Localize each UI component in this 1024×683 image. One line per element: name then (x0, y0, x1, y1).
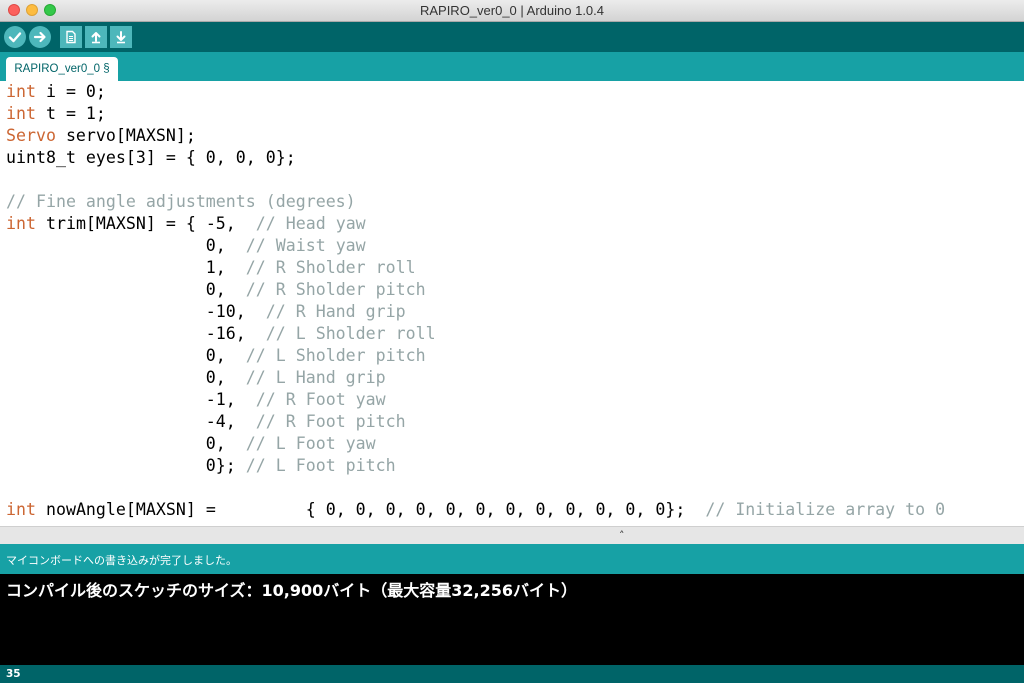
code-line[interactable]: -16, // L Sholder roll (6, 323, 1024, 345)
tab-strip: RAPIRO_ver0_0 § (0, 52, 1024, 81)
console[interactable]: コンパイル後のスケッチのサイズ：10,900バイト（最大容量32,256バイト） (0, 574, 1024, 665)
code-comment: // L Hand grip (245, 368, 386, 387)
code-comment: // Initialize array to 0 (705, 500, 946, 519)
code-token: -4, (6, 412, 256, 431)
tab-label: RAPIRO_ver0_0 § (14, 63, 110, 75)
code-line[interactable]: int i = 0; (6, 81, 1024, 103)
code-token: -10, (6, 302, 266, 321)
save-button[interactable] (110, 26, 132, 48)
code-token: 1, (6, 258, 246, 277)
code-line[interactable]: int trim[MAXSN] = { -5, // Head yaw (6, 213, 1024, 235)
code-comment: // L Sholder pitch (245, 346, 426, 365)
window-title: RAPIRO_ver0_0 | Arduino 1.0.4 (419, 3, 605, 18)
title-bar: RAPIRO_ver0_0 | Arduino 1.0.4 (0, 0, 1024, 22)
code-editor[interactable]: int i = 0; int t = 1; Servo servo[MAXSN]; u… (0, 81, 1024, 526)
code-token: 0}; (6, 456, 246, 475)
code-line[interactable]: -10, // R Hand grip (6, 301, 1024, 323)
code-line[interactable]: int nowAngle[MAXSN] = { 0, 0, 0, 0, 0, 0… (6, 499, 1024, 521)
upload-button[interactable] (29, 26, 51, 48)
code-keyword: int (6, 104, 36, 123)
code-line[interactable]: 0, // Waist yaw (6, 235, 1024, 257)
status-bar: 35 (0, 665, 1024, 683)
code-line[interactable] (6, 477, 1024, 499)
code-line[interactable]: 0, // R Sholder pitch (6, 279, 1024, 301)
new-file-icon (66, 30, 76, 44)
new-button[interactable] (60, 26, 82, 48)
code-line[interactable]: 0, // L Foot yaw (6, 433, 1024, 455)
code-token: 0, (6, 434, 246, 453)
code-line[interactable]: 0, // L Hand grip (6, 367, 1024, 389)
arrow-right-icon (33, 31, 46, 43)
code-line[interactable]: 0}; // L Foot pitch (6, 455, 1024, 477)
line-number: 35 (6, 668, 21, 680)
code-token: uint8_t eyes[3] = { 0, 0, 0}; (6, 148, 296, 167)
caret-up-icon: ˄ (619, 529, 625, 542)
message-bar: マイコンボードへの書き込みが完了しました。 (0, 544, 1024, 574)
code-comment: // R Sholder roll (245, 258, 416, 277)
status-message: マイコンボードへの書き込みが完了しました。 (6, 554, 237, 567)
code-line[interactable]: -1, // R Foot yaw (6, 389, 1024, 411)
code-token: 0, (6, 280, 246, 299)
code-line[interactable]: 0, // L Sholder pitch (6, 345, 1024, 367)
code-line[interactable]: uint8_t eyes[3] = { 0, 0, 0}; (6, 147, 1024, 169)
code-keyword: Servo (6, 126, 56, 145)
code-line[interactable]: int t = 1; (6, 103, 1024, 125)
code-token: 0, (6, 346, 246, 365)
code-token: 0, (6, 368, 246, 387)
code-comment: // L Sholder roll (265, 324, 436, 343)
code-comment: // Head yaw (255, 214, 366, 233)
verify-button[interactable] (4, 26, 26, 48)
code-token: i = 0; (35, 82, 106, 101)
code-line[interactable]: 1, // R Sholder roll (6, 257, 1024, 279)
code-keyword: int (6, 214, 36, 233)
code-comment: // L Foot yaw (245, 434, 376, 453)
code-comment: // Waist yaw (245, 236, 366, 255)
code-token: -1, (6, 390, 256, 409)
code-token: nowAngle[MAXSN] = { 0, 0, 0, 0, 0, 0, 0,… (35, 500, 706, 519)
console-output: コンパイル後のスケッチのサイズ：10,900バイト（最大容量32,256バイト） (6, 581, 578, 600)
code-keyword: int (6, 82, 36, 101)
code-line[interactable]: Servo servo[MAXSN]; (6, 125, 1024, 147)
open-button[interactable] (85, 26, 107, 48)
code-comment: // L Foot pitch (245, 456, 396, 475)
check-icon (8, 32, 22, 43)
code-comment: // R Foot pitch (255, 412, 406, 431)
code-line[interactable] (6, 169, 1024, 191)
code-comment: // R Foot yaw (255, 390, 386, 409)
save-icon (116, 31, 126, 44)
code-token: servo[MAXSN]; (55, 126, 196, 145)
toolbar (0, 22, 1024, 52)
code-token: -16, (6, 324, 266, 343)
tab-sketch[interactable]: RAPIRO_ver0_0 § (6, 57, 118, 81)
splitter[interactable]: ˄ (0, 526, 1024, 544)
code-comment: // Fine angle adjustments (degrees) (6, 192, 356, 211)
code-token: t = 1; (35, 104, 106, 123)
code-line[interactable]: -4, // R Foot pitch (6, 411, 1024, 433)
code-keyword: int (6, 500, 36, 519)
code-token: trim[MAXSN] = { -5, (35, 214, 256, 233)
code-comment: // R Sholder pitch (245, 280, 426, 299)
code-text[interactable]: int i = 0; int t = 1; Servo servo[MAXSN]; u… (0, 81, 1024, 521)
open-icon (91, 32, 101, 44)
code-line[interactable]: // Fine angle adjustments (degrees) (6, 191, 1024, 213)
code-token: 0, (6, 236, 246, 255)
code-comment: // R Hand grip (265, 302, 406, 321)
